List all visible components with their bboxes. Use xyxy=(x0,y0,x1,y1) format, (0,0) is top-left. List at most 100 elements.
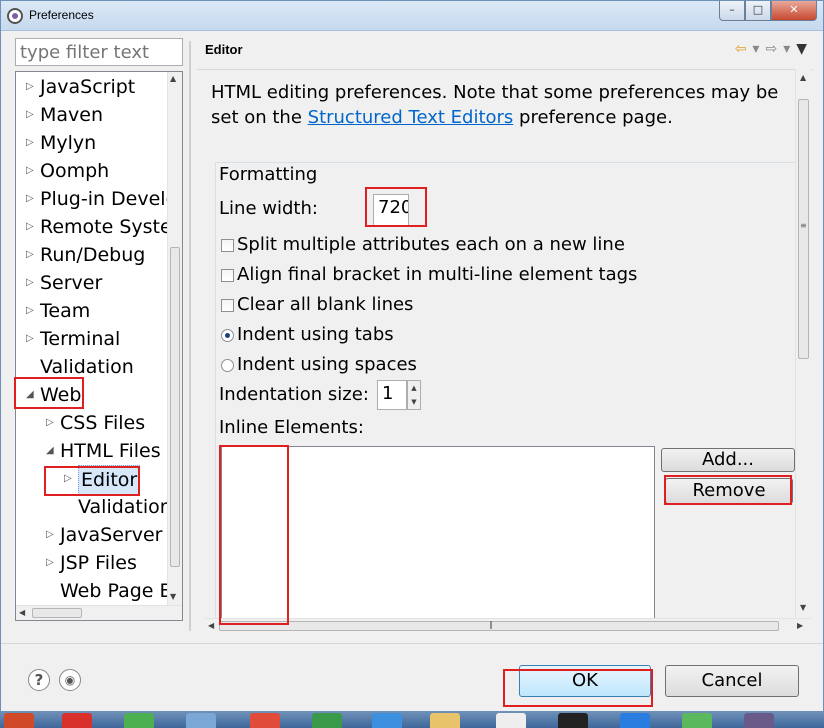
import-export-icon[interactable]: ◉ xyxy=(59,669,81,691)
notepad-icon[interactable] xyxy=(496,713,526,728)
powerpoint-icon[interactable] xyxy=(4,713,34,728)
line-width-label: Line width: xyxy=(219,198,318,219)
app-icon[interactable] xyxy=(620,713,650,728)
collapsed-arrow-icon[interactable]: ▷ xyxy=(46,521,58,549)
tree-item-label: Server xyxy=(40,272,103,294)
page-vertical-scrollbar[interactable]: ▲ ≡ ▼ xyxy=(795,69,811,617)
cancel-button[interactable]: Cancel xyxy=(665,665,799,697)
structured-text-editors-link[interactable]: Structured Text Editors xyxy=(308,107,514,128)
collapsed-arrow-icon[interactable]: ▷ xyxy=(26,297,38,325)
cmd-icon[interactable] xyxy=(558,713,588,728)
scroll-up-icon[interactable]: ▲ xyxy=(170,74,176,83)
preference-tree[interactable]: ▷ JavaScript ▷ Maven ▷ Mylyn ▷ Oomph ▷ Plug-in De… xyxy=(15,71,183,621)
ok-button[interactable]: OK xyxy=(519,665,651,697)
tree-item-label: JavaServer F xyxy=(60,524,180,546)
tree-scroll-thumb[interactable] xyxy=(170,247,180,567)
minimize-button[interactable]: – xyxy=(719,1,745,21)
collapsed-arrow-icon[interactable]: ▷ xyxy=(26,101,38,129)
checkbox[interactable] xyxy=(221,239,234,252)
tree-item-label: Team xyxy=(40,300,91,322)
spinner-down-icon[interactable]: ▼ xyxy=(408,395,420,409)
radio-label[interactable]: Indent using tabs xyxy=(237,324,394,345)
page-scroll-right-icon[interactable]: ▶ xyxy=(797,621,803,630)
indentation-size-label: Indentation size: xyxy=(219,384,369,405)
intro-line-1: HTML editing preferences. Note that some… xyxy=(211,82,779,103)
indentation-size-field[interactable]: 1 xyxy=(377,380,407,410)
intro-text: HTML editing preferences. Note that some… xyxy=(211,80,795,130)
view-menu-icon[interactable]: ▼ xyxy=(796,41,807,57)
inline-elements-label: Inline Elements: xyxy=(219,417,364,438)
eclipse-java-ee-icon[interactable] xyxy=(744,713,774,728)
back-arrow-icon[interactable]: ⇦ xyxy=(735,41,747,57)
checkbox[interactable] xyxy=(221,269,234,282)
security-icon[interactable] xyxy=(312,713,342,728)
remove-button[interactable]: Remove xyxy=(665,478,793,504)
app-icon[interactable] xyxy=(372,713,402,728)
collapsed-arrow-icon[interactable]: ▷ xyxy=(26,241,38,269)
back-menu-chevron-icon[interactable]: ▾ xyxy=(752,41,759,57)
tree-item-label: Web xyxy=(40,384,82,406)
youdao-icon[interactable] xyxy=(62,713,92,728)
tree-item-label: Remote Syste xyxy=(40,216,172,238)
page-scroll-up-icon[interactable]: ▲ xyxy=(800,73,806,82)
indentation-spinner[interactable]: ▲ ▼ xyxy=(407,380,421,410)
collapsed-arrow-icon[interactable]: ▷ xyxy=(26,269,38,297)
page-horizontal-scrollbar[interactable]: ◀ ‖ ▶ xyxy=(205,618,811,633)
collapsed-arrow-icon[interactable]: ▷ xyxy=(64,465,76,493)
forward-arrow-icon[interactable]: ⇨ xyxy=(765,41,777,57)
window-title: Preferences xyxy=(29,8,94,22)
app-icon[interactable] xyxy=(124,713,154,728)
tree-item-label: Validation xyxy=(40,356,134,378)
footer-divider xyxy=(1,643,823,644)
wechat-icon[interactable] xyxy=(682,713,712,728)
inline-elements-list[interactable] xyxy=(221,446,655,633)
title-bar[interactable]: Preferences – □ ✕ xyxy=(1,1,823,31)
checkbox-label[interactable]: Clear all blank lines xyxy=(237,294,413,315)
app-icon[interactable] xyxy=(186,713,216,728)
spinner-up-icon[interactable]: ▲ xyxy=(408,381,420,395)
collapsed-arrow-icon[interactable]: ▷ xyxy=(46,409,58,437)
collapsed-arrow-icon[interactable]: ▷ xyxy=(26,185,38,213)
intro-line-2-suffix: preference page. xyxy=(513,107,673,128)
expanded-arrow-icon[interactable]: ◢ xyxy=(26,381,38,409)
tree-item-label: Editor xyxy=(78,465,141,495)
radio-label[interactable]: Indent using spaces xyxy=(237,354,417,375)
forward-menu-chevron-icon[interactable]: ▾ xyxy=(783,41,790,57)
folder-icon[interactable] xyxy=(430,713,460,728)
page-scroll-left-icon[interactable]: ◀ xyxy=(208,621,214,630)
tree-vertical-scrollbar[interactable]: ▲ ▼ xyxy=(167,72,182,606)
close-button[interactable]: ✕ xyxy=(771,1,817,21)
tree-hscroll-thumb[interactable] xyxy=(32,608,82,618)
scroll-left-icon[interactable]: ◀ xyxy=(19,608,25,617)
collapsed-arrow-icon[interactable]: ▷ xyxy=(26,157,38,185)
tree-item-label: Terminal xyxy=(40,328,121,350)
add-button[interactable]: Add... xyxy=(661,448,795,472)
preferences-window: Preferences – □ ✕ ▷JavaScript▷Maven▷Myly… xyxy=(0,0,824,712)
intro-line-2-prefix: set on the xyxy=(211,107,308,128)
radio-button[interactable] xyxy=(221,359,234,372)
expanded-arrow-icon[interactable]: ◢ xyxy=(46,437,58,465)
collapsed-arrow-icon[interactable]: ▷ xyxy=(46,549,58,577)
collapsed-arrow-icon[interactable]: ▷ xyxy=(26,325,38,353)
tree-horizontal-scrollbar[interactable]: ◀ xyxy=(16,605,182,620)
collapsed-arrow-icon[interactable]: ▷ xyxy=(26,213,38,241)
line-width-field[interactable]: 720 xyxy=(373,194,409,226)
collapsed-arrow-icon[interactable]: ▷ xyxy=(26,129,38,157)
help-icon[interactable]: ? xyxy=(28,669,50,691)
scroll-down-icon[interactable]: ▼ xyxy=(170,592,176,601)
chrome-icon[interactable] xyxy=(250,713,280,728)
tree-item-label: Maven xyxy=(40,104,104,126)
panel-splitter[interactable] xyxy=(189,41,191,631)
page-content: HTML editing preferences. Note that some… xyxy=(197,69,813,633)
page-scroll-down-icon[interactable]: ▼ xyxy=(800,603,806,612)
checkbox[interactable] xyxy=(221,299,234,312)
page-hscroll-thumb[interactable] xyxy=(219,621,779,631)
checkbox-label[interactable]: Align final bracket in multi-line elemen… xyxy=(237,264,637,285)
tree-item-label: Mylyn xyxy=(40,132,97,154)
radio-button[interactable] xyxy=(221,329,234,342)
collapsed-arrow-icon[interactable]: ▷ xyxy=(26,73,38,101)
filter-input[interactable] xyxy=(15,38,183,66)
tree-item-label: Run/Debug xyxy=(40,244,146,266)
maximize-button[interactable]: □ xyxy=(745,1,771,21)
checkbox-label[interactable]: Split multiple attributes each on a new … xyxy=(237,234,625,255)
